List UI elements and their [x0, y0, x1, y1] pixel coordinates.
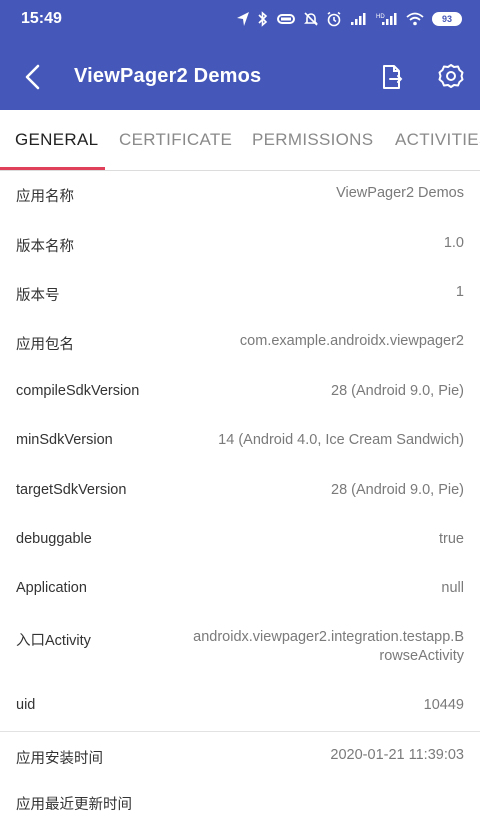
bluetooth-icon	[258, 11, 268, 27]
row-label: 应用包名	[16, 337, 74, 353]
tab-activities[interactable]: ACTIVITIES	[395, 110, 480, 170]
row-label: debuggable	[16, 531, 92, 547]
row-label: uid	[16, 697, 36, 713]
row-label: 版本号	[16, 288, 60, 304]
app-header: 15:49 HD 93 ViewPager2 Demos	[0, 0, 480, 110]
row-value: 28 (Android 9.0, Pie)	[331, 482, 464, 498]
status-bar: 15:49 HD 93	[0, 0, 480, 40]
row-label: Application	[16, 580, 87, 596]
alarm-icon	[327, 11, 341, 27]
tab-bar: GENERAL CERTIFICATE PERMISSIONS ACTIVITI…	[0, 110, 480, 171]
tab-general[interactable]: GENERAL	[15, 110, 98, 170]
row-value: 28 (Android 9.0, Pie)	[331, 383, 464, 399]
row-value: 1	[455, 284, 464, 300]
row-label: 应用最近更新时间	[16, 797, 132, 813]
row-value: null	[441, 580, 464, 596]
page-title: ViewPager2 Demos	[74, 65, 262, 87]
row-value: true	[439, 531, 464, 547]
row-value: 10449	[423, 697, 464, 713]
row-label: 入口Activity	[16, 633, 91, 649]
mute-icon	[304, 12, 318, 26]
row-value: 14 (Android 4.0, Ice Cream Sandwich)	[218, 432, 464, 448]
back-arrow-icon[interactable]	[18, 62, 48, 92]
status-icons: HD 93	[236, 9, 462, 29]
row-label: 应用名称	[16, 189, 74, 205]
row-value: 2020-01-21 11:39:03	[330, 747, 464, 763]
row-value: com.example.androidx.viewpager2	[239, 333, 464, 349]
settings-gear-icon[interactable]	[437, 62, 465, 90]
row-label: 应用安装时间	[16, 751, 103, 767]
row-label: compileSdkVersion	[16, 383, 140, 399]
export-file-icon[interactable]	[378, 63, 406, 91]
row-label: targetSdkVersion	[16, 482, 127, 498]
tab-permissions[interactable]: PERMISSIONS	[252, 110, 373, 170]
row-value: 1.0	[443, 235, 464, 251]
svg-text:HD: HD	[376, 14, 385, 20]
signal-icon	[351, 13, 366, 25]
wifi-icon	[406, 12, 424, 26]
vibrate-icon	[277, 14, 295, 24]
location-icon	[237, 12, 249, 26]
hd-signal-icon: HD	[376, 13, 397, 25]
tab-certificate[interactable]: CERTIFICATE	[119, 110, 232, 170]
row-value: ViewPager2 Demos	[336, 185, 464, 201]
row-label: minSdkVersion	[16, 432, 113, 448]
tab-indicator	[0, 167, 105, 170]
status-time: 15:49	[21, 10, 62, 27]
toolbar: ViewPager2 Demos	[0, 40, 480, 110]
battery-icon: 93	[432, 12, 462, 26]
row-value-line-1: androidx.viewpager2.integration.testapp.…	[193, 629, 464, 645]
row-value-line-2: rowseActivity	[379, 648, 464, 664]
section-divider	[0, 731, 480, 732]
row-label: 版本名称	[16, 239, 74, 255]
